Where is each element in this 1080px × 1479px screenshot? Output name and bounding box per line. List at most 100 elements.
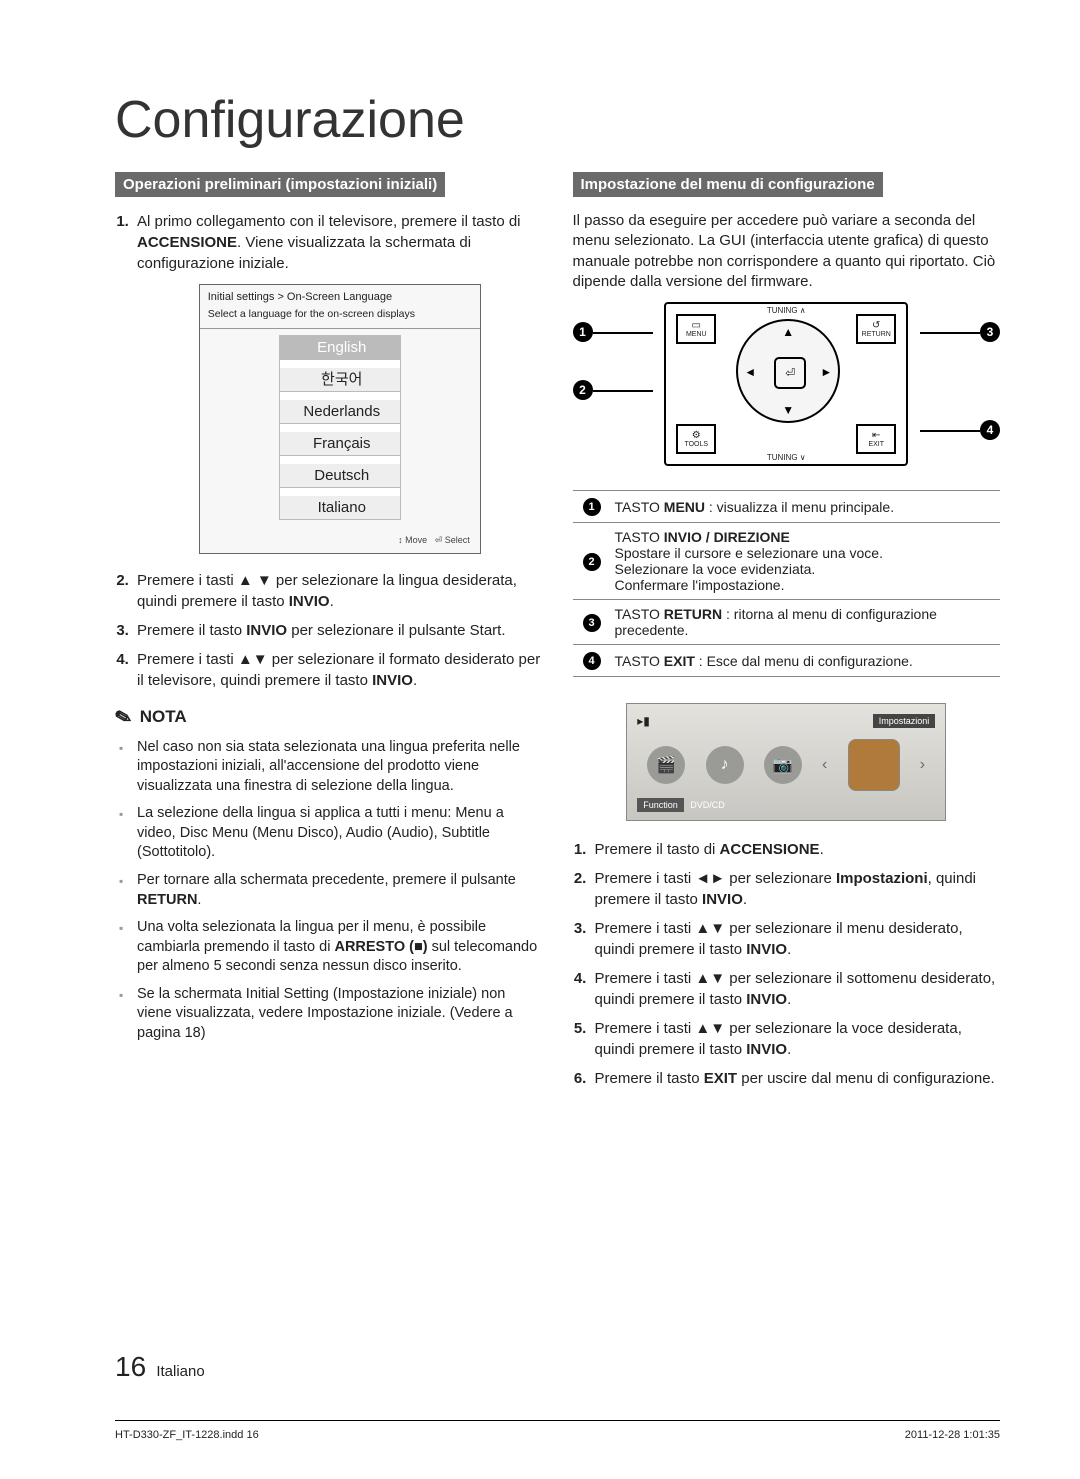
text: .: [197, 892, 201, 908]
osd-title: Initial settings > On-Screen Language: [200, 285, 480, 307]
right-intro: Il passo da eseguire per accedere può va…: [573, 211, 1001, 292]
label: TOOLS: [684, 441, 708, 448]
photo-icon: 📷: [764, 746, 802, 784]
menu-preview: ▸▮ Impostazioni 🎬 ♪ 📷 ‹ › Function DVD/C…: [626, 703, 946, 821]
right-arrow-icon: ►: [820, 365, 832, 379]
text: Confermare l'impostazione.: [615, 577, 997, 593]
left-step-4: Premere i tasti ▲▼ per selezionare il fo…: [133, 649, 543, 691]
impostazioni-badge: Impostazioni: [873, 714, 936, 728]
row-num-icon: 1: [583, 498, 601, 516]
osd-language-list: English 한국어 Nederlands Français Deutsch …: [279, 335, 401, 520]
music-icon: ♪: [706, 746, 744, 784]
chevron-right-icon: ›: [920, 756, 925, 774]
print-metadata: HT-D330-ZF_IT-1228.indd 16 2011-12-28 1:…: [115, 1420, 1000, 1441]
left-arrow-icon: ◄: [744, 365, 756, 379]
mode-label: DVD/CD: [690, 800, 725, 810]
osd-subtitle: Select a language for the on-screen disp…: [200, 307, 480, 329]
up-arrow-icon: ▲: [782, 325, 794, 339]
menu-preview-footer: Function DVD/CD: [637, 800, 935, 810]
text: : visualizza il menu principale.: [705, 499, 894, 515]
text-bold: MENU: [664, 499, 705, 515]
text-bold: EXIT: [664, 653, 695, 669]
label: RETURN: [862, 331, 891, 338]
page-number: 16: [115, 1351, 146, 1382]
chevron-left-icon: ‹: [822, 756, 827, 774]
text: Selezionare la voce evidenziata.: [615, 561, 997, 577]
text: Premere i tasti ▲▼ per selezionare il fo…: [137, 651, 540, 689]
settings-tile-icon: [848, 739, 900, 791]
page-footer: 16 Italiano: [115, 1351, 205, 1383]
down-arrow-icon: ▼: [782, 403, 794, 417]
remote-diagram: 1 2 3 4 ▭ MENU ↺ RETURN: [573, 302, 1001, 472]
left-step-1: Al primo collegamento con il televisore,…: [133, 211, 543, 554]
callout-line: [593, 332, 653, 334]
osd-language-box: Initial settings > On-Screen Language Se…: [199, 284, 481, 554]
play-pause-icon: ▸▮: [637, 714, 650, 728]
label: EXIT: [868, 441, 884, 448]
callout-2: 2: [573, 380, 593, 400]
menu-button-icon: ▭ MENU: [676, 314, 716, 344]
left-step-3: Premere il tasto INVIO per selezionare i…: [133, 620, 543, 641]
text-bold: ACCENSIONE: [137, 234, 237, 251]
callout-3: 3: [980, 322, 1000, 342]
enter-button-icon: ⏎: [774, 357, 806, 389]
section-header-right: Impostazione del menu di configurazione: [573, 172, 883, 197]
right-step-2: Premere i tasti ◄► per selezionare Impos…: [591, 868, 1001, 910]
text: Per tornare alla schermata precedente, p…: [137, 872, 516, 888]
nota-item: Se la schermata Initial Setting (Imposta…: [137, 985, 543, 1044]
text: per uscire dal menu di configurazione.: [737, 1070, 995, 1087]
page-lang: Italiano: [156, 1363, 204, 1380]
table-row: TASTO EXIT : Esce dal menu di configuraz…: [611, 645, 1001, 677]
text: Spostare il cursore e selezionare una vo…: [615, 545, 997, 561]
nota-list: Nel caso non sia stata selezionata una l…: [115, 738, 543, 1044]
osd-item: Deutsch: [280, 464, 400, 488]
callout-line: [920, 430, 980, 432]
osd-item: Nederlands: [280, 400, 400, 424]
text-bold: INVIO: [289, 593, 330, 610]
text: .: [787, 991, 791, 1008]
callout-1: 1: [573, 322, 593, 342]
nota-item: Una volta selezionata la lingua per il m…: [137, 918, 543, 977]
section-header-left: Operazioni preliminari (impostazioni ini…: [115, 172, 445, 197]
print-timestamp: 2011-12-28 1:01:35: [905, 1429, 1000, 1441]
nota-item: La selezione della lingua si applica a t…: [137, 804, 543, 863]
osd-item: Italiano: [280, 496, 400, 520]
nota-heading: ✎ NOTA: [115, 705, 543, 730]
remote-pad: ▭ MENU ↺ RETURN ⚙ TOOLS ⇤ EXIT: [664, 302, 908, 466]
text: Premere il tasto di: [595, 841, 720, 858]
text-bold: INVIO: [702, 891, 743, 908]
text-bold: INVIO: [746, 991, 787, 1008]
text: TASTO: [615, 499, 664, 515]
indd-file: HT-D330-ZF_IT-1228.indd 16: [115, 1429, 259, 1441]
text: .: [820, 841, 824, 858]
video-icon: 🎬: [647, 746, 685, 784]
right-steps: Premere il tasto di ACCENSIONE. Premere …: [573, 839, 1001, 1089]
text-bold: RETURN: [664, 606, 722, 622]
right-step-6: Premere il tasto EXIT per uscire dal men…: [591, 1068, 1001, 1089]
page-title: Configurazione: [115, 90, 1000, 150]
text-bold: ACCENSIONE: [720, 841, 820, 858]
right-step-5: Premere i tasti ▲▼ per selezionare la vo…: [591, 1018, 1001, 1060]
return-button-icon: ↺ RETURN: [856, 314, 896, 344]
osd-select-hint: ⏎ Select: [435, 535, 470, 545]
text-bold: INVIO: [746, 941, 787, 958]
row-num-icon: 4: [583, 652, 601, 670]
right-step-3: Premere i tasti ▲▼ per selezionare il me…: [591, 918, 1001, 960]
callout-line: [920, 332, 980, 334]
row-num-icon: 3: [583, 614, 601, 632]
table-row: TASTO RETURN : ritorna al menu di config…: [611, 600, 1001, 645]
text: Premere i tasti ▲▼ per selezionare il so…: [595, 970, 996, 1008]
text-bold: INVIO: [246, 622, 287, 639]
text: .: [743, 891, 747, 908]
osd-item: Français: [280, 432, 400, 456]
text-bold: INVIO: [372, 672, 413, 689]
text: Al primo collegamento con il televisore,…: [137, 213, 521, 230]
function-label: Function: [637, 798, 684, 812]
osd-footer: ↕ Move ⏎ Select: [200, 528, 480, 549]
osd-move-hint: ↕ Move: [398, 535, 427, 545]
text: Premere i tasti ◄► per selezionare: [595, 870, 836, 887]
text: .: [787, 1041, 791, 1058]
text-bold: Impostazioni: [836, 870, 928, 887]
text-bold: ARRESTO (■): [334, 939, 427, 955]
nota-item: Per tornare alla schermata precedente, p…: [137, 871, 543, 910]
